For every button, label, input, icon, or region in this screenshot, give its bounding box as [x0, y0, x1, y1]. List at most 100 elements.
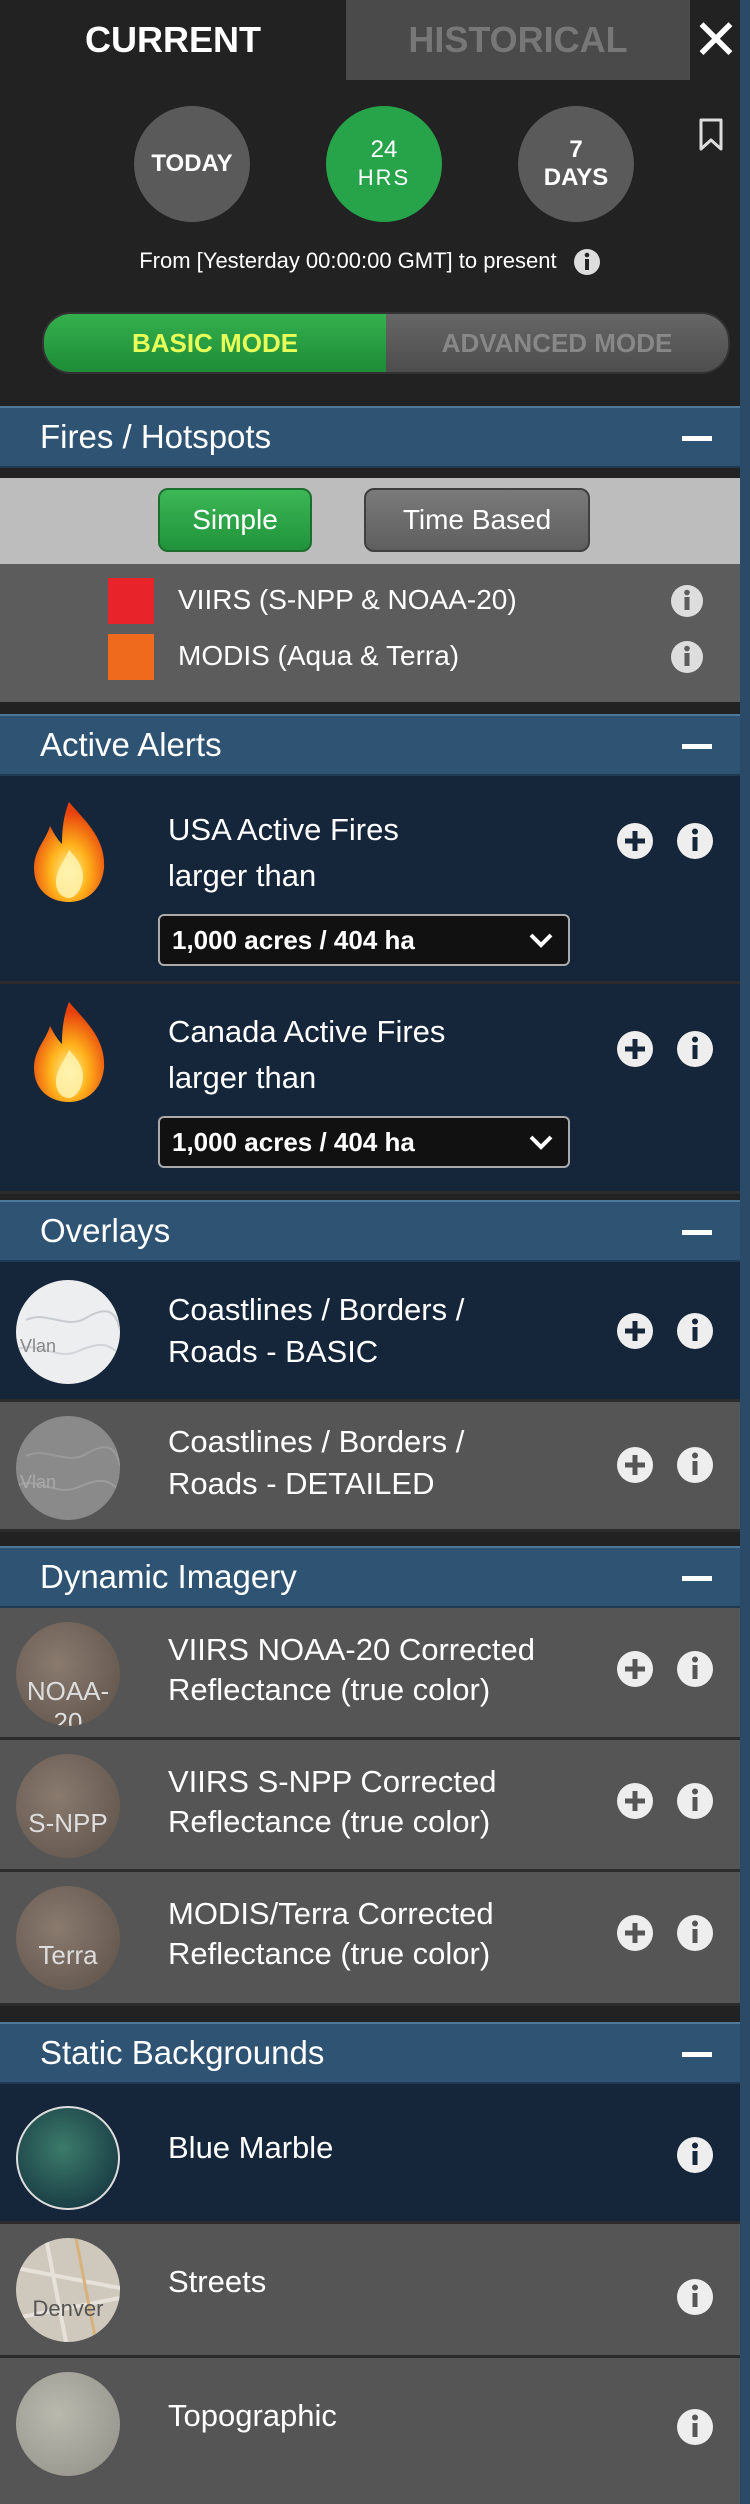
thumbnail-label: NOAA-20: [26, 1676, 110, 1726]
thumbnail-label: Terra: [38, 1940, 98, 1970]
dynamic-title-line1: VIIRS NOAA-20 Corrected: [168, 1632, 535, 1667]
noaa20-thumbnail: NOAA-20: [16, 1622, 120, 1726]
alert-row-canada[interactable]: Canada Active Fires larger than 1,000 ac…: [0, 984, 740, 1194]
static-row-topographic[interactable]: Topographic: [0, 2358, 740, 2504]
collapse-icon[interactable]: [682, 1230, 712, 1235]
collapse-icon[interactable]: [682, 744, 712, 749]
add-layer-icon[interactable]: [616, 1446, 654, 1484]
info-icon[interactable]: [573, 248, 601, 276]
static-row-streets[interactable]: Denver Streets: [0, 2224, 740, 2358]
usa-size-select[interactable]: 1,000 acres / 404 ha: [158, 914, 570, 966]
select-value: 1,000 acres / 404 ha: [172, 924, 415, 955]
flame-icon: [34, 1002, 105, 1102]
info-icon[interactable]: [676, 2408, 714, 2446]
dynamic-row-noaa20[interactable]: NOAA-20 VIIRS NOAA-20 Corrected Reflecta…: [0, 1608, 740, 1740]
add-layer-icon[interactable]: [616, 1782, 654, 1820]
tab-current[interactable]: CURRENT: [0, 0, 346, 80]
fires-legend: VIIRS (S-NPP & NOAA-20) MODIS (Aqua & Te…: [0, 564, 740, 702]
time-range-text: From [Yesterday 00:00:00 GMT] to present: [139, 248, 557, 273]
info-icon[interactable]: [670, 640, 704, 674]
info-icon[interactable]: [676, 1782, 714, 1820]
static-title: Topographic: [168, 2398, 337, 2433]
alert-title-line1: Canada Active Fires: [168, 1014, 446, 1049]
alert-row-usa[interactable]: USA Active Fires larger than 1,000 acres…: [0, 776, 740, 984]
bookmark-icon[interactable]: [698, 118, 724, 152]
add-layer-icon[interactable]: [616, 1650, 654, 1688]
time-range-description: From [Yesterday 00:00:00 GMT] to present: [0, 248, 740, 276]
modis-swatch: [108, 634, 154, 680]
info-icon[interactable]: [676, 2278, 714, 2316]
overlay-title-line2: Roads - BASIC: [168, 1334, 379, 1369]
tab-historical[interactable]: HISTORICAL: [346, 0, 690, 80]
viirs-label: VIIRS (S-NPP & NOAA-20): [178, 584, 517, 615]
section-title: Overlays: [40, 1212, 171, 1249]
close-icon[interactable]: ✕: [692, 0, 740, 80]
coastlines-basic-thumbnail: Vlan: [16, 1280, 120, 1384]
alert-title-line2: larger than: [168, 858, 317, 893]
overlay-title-line1: Coastlines / Borders /: [168, 1424, 465, 1459]
section-static-backgrounds[interactable]: Static Backgrounds: [0, 2022, 740, 2084]
overlay-row-basic[interactable]: Vlan Coastlines / Borders / Roads - BASI…: [0, 1262, 740, 1402]
add-layer-icon[interactable]: [616, 1914, 654, 1952]
blue-marble-thumbnail: [16, 2106, 120, 2210]
section-title: Dynamic Imagery: [40, 1558, 297, 1595]
map-lines-icon: [16, 1310, 120, 1356]
mode-toggle: BASIC MODE ADVANCED MODE: [42, 312, 730, 374]
add-layer-icon[interactable]: [616, 1312, 654, 1350]
terra-thumbnail: Terra: [16, 1886, 120, 1990]
dynamic-title-line1: VIIRS S-NPP Corrected: [168, 1764, 497, 1799]
modis-label: MODIS (Aqua & Terra): [178, 640, 460, 671]
collapse-icon[interactable]: [682, 1576, 712, 1581]
time-based-button[interactable]: Time Based: [364, 488, 590, 552]
section-active-alerts[interactable]: Active Alerts: [0, 714, 740, 776]
7days-unit: DAYS: [543, 164, 609, 191]
today-label: TODAY: [151, 150, 233, 177]
info-icon[interactable]: [676, 1446, 714, 1484]
section-title: Fires / Hotspots: [40, 418, 272, 455]
24hrs-number: 24: [370, 136, 398, 163]
static-row-blue-marble[interactable]: Blue Marble: [0, 2084, 740, 2224]
tab-bar: CURRENT HISTORICAL ✕: [0, 0, 740, 80]
today-button[interactable]: TODAY: [134, 106, 250, 222]
section-title: Active Alerts: [40, 726, 222, 763]
dynamic-title-line1: MODIS/Terra Corrected: [168, 1896, 494, 1931]
overlay-row-detailed[interactable]: Vlan Coastlines / Borders / Roads - DETA…: [0, 1402, 740, 1532]
dynamic-row-snpp[interactable]: S-NPP VIIRS S-NPP Corrected Reflectance …: [0, 1740, 740, 1872]
info-icon[interactable]: [676, 2136, 714, 2174]
7days-number: 7: [569, 136, 583, 163]
select-value: 1,000 acres / 404 ha: [172, 1126, 415, 1157]
add-layer-icon[interactable]: [616, 822, 654, 860]
static-title: Streets: [168, 2264, 267, 2299]
alert-title-line1: USA Active Fires: [168, 812, 399, 847]
info-icon[interactable]: [670, 584, 704, 618]
info-icon[interactable]: [676, 1312, 714, 1350]
advanced-mode-button[interactable]: ADVANCED MODE: [386, 314, 728, 372]
section-fires-hotspots[interactable]: Fires / Hotspots: [0, 406, 740, 468]
topographic-thumbnail: [16, 2372, 120, 2476]
info-icon[interactable]: [676, 1030, 714, 1068]
simple-button[interactable]: Simple: [158, 488, 312, 552]
add-layer-icon[interactable]: [616, 1030, 654, 1068]
basic-mode-button[interactable]: BASIC MODE: [44, 314, 386, 372]
overlay-title-line1: Coastlines / Borders /: [168, 1292, 465, 1327]
canada-size-select[interactable]: 1,000 acres / 404 ha: [158, 1116, 570, 1168]
info-icon[interactable]: [676, 822, 714, 860]
section-dynamic-imagery[interactable]: Dynamic Imagery: [0, 1546, 740, 1608]
alert-title-line2: larger than: [168, 1060, 317, 1095]
24hrs-button[interactable]: 24 HRS: [326, 106, 442, 222]
chevron-down-icon: [529, 1135, 553, 1150]
7days-button[interactable]: 7 DAYS: [518, 106, 634, 222]
viirs-swatch: [108, 578, 154, 624]
collapse-icon[interactable]: [682, 2052, 712, 2057]
snpp-thumbnail: S-NPP: [16, 1754, 120, 1858]
thumbnail-label: Denver: [32, 2296, 104, 2321]
thumbnail-label: Vlan: [20, 1472, 57, 1492]
info-icon[interactable]: [676, 1650, 714, 1688]
dynamic-title-line2: Reflectance (true color): [168, 1672, 491, 1707]
section-overlays[interactable]: Overlays: [0, 1200, 740, 1262]
street-map-icon: [16, 2238, 120, 2342]
info-icon[interactable]: [676, 1914, 714, 1952]
dynamic-row-terra[interactable]: Terra MODIS/Terra Corrected Reflectance …: [0, 1872, 740, 2006]
collapse-icon[interactable]: [682, 436, 712, 441]
thumbnail-label: Vlan: [20, 1336, 57, 1356]
